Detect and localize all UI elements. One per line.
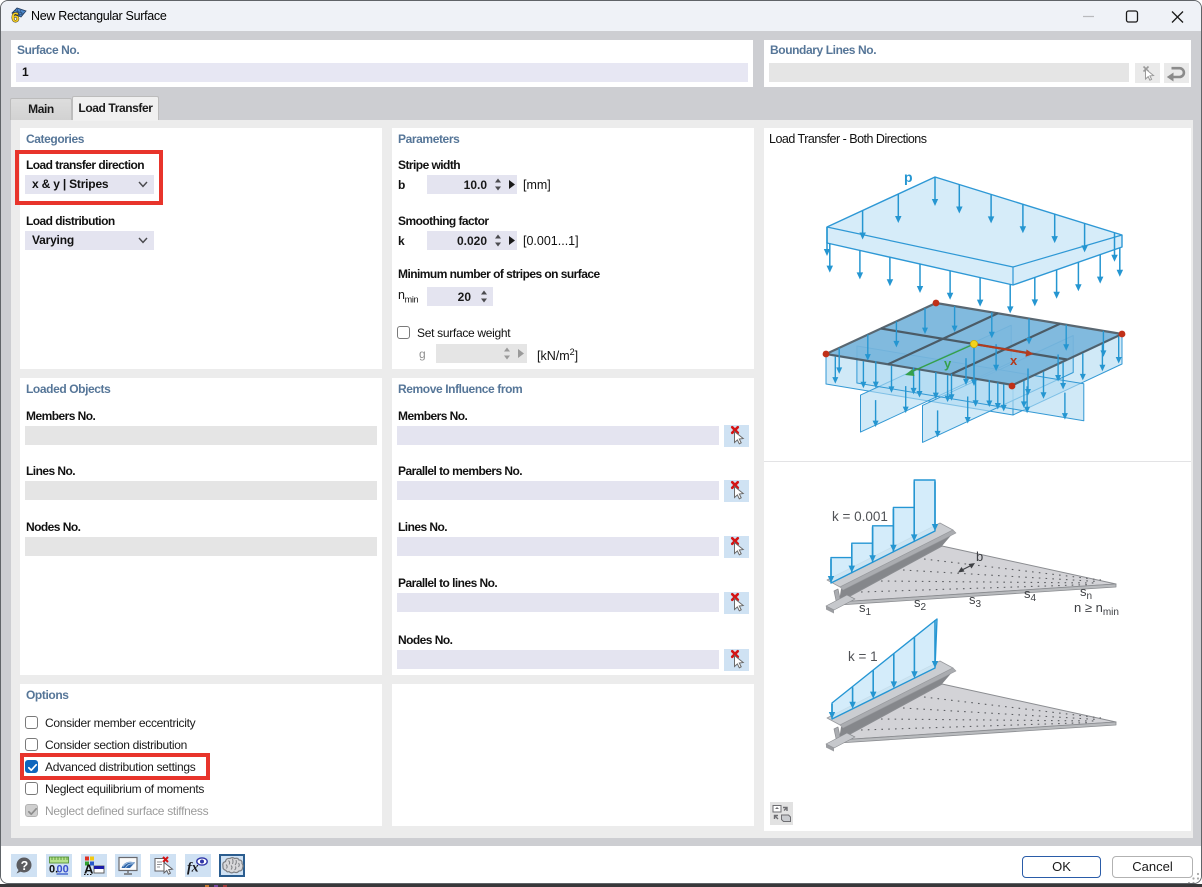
svg-text:6: 6 [12,9,20,25]
svg-text:p: p [904,169,913,185]
svg-text:?: ? [21,859,29,873]
svg-text:n ≥ nmin: n ≥ nmin [1074,600,1119,618]
svg-text:k = 1: k = 1 [848,649,878,664]
svg-text:x: x [1010,353,1018,368]
svg-text:b: b [976,549,983,564]
svg-text:y: y [944,356,952,371]
svg-text:k = 0.001: k = 0.001 [832,509,888,524]
